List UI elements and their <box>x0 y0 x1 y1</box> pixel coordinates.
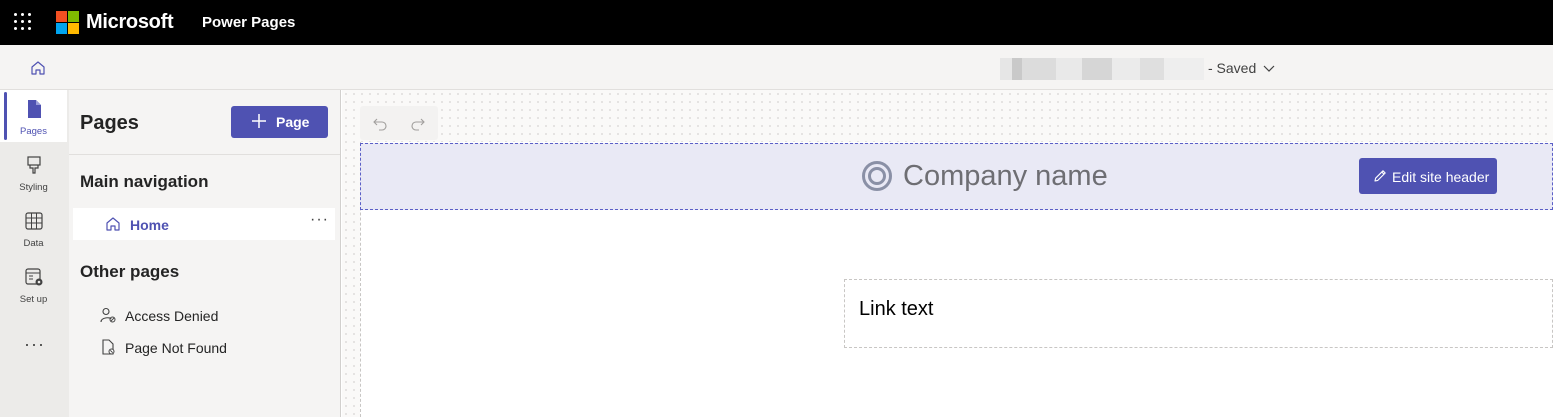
add-page-label: Page <box>276 114 310 130</box>
site-header[interactable]: Company name Edit site header <box>360 143 1553 210</box>
rail-label: Styling <box>19 182 48 193</box>
app-launcher-icon[interactable] <box>14 13 32 31</box>
edit-site-header-label: Edit site header <box>1392 169 1490 185</box>
design-canvas[interactable]: Company name Edit site header Link text <box>342 90 1553 417</box>
more-options-icon[interactable]: ··· <box>310 211 329 229</box>
other-pages-heading: Other pages <box>80 262 180 281</box>
microsoft-logo-icon <box>56 11 79 34</box>
paintbrush-icon <box>27 156 41 174</box>
save-status[interactable]: - Saved <box>1208 60 1256 76</box>
rail-label: Set up <box>19 294 48 305</box>
home-icon <box>106 217 120 231</box>
link-text-component[interactable]: Link text <box>844 279 1553 348</box>
plus-icon <box>252 114 266 128</box>
left-rail: Pages Styling Data Set up ··· <box>0 90 69 417</box>
page-item-access-denied[interactable]: Access Denied <box>73 299 335 331</box>
main-navigation-heading: Main navigation <box>80 172 209 191</box>
page-item-page-not-found[interactable]: Page Not Found <box>73 331 335 363</box>
add-page-button[interactable]: Page <box>231 106 328 138</box>
undo-redo-toolbar <box>360 106 438 140</box>
pencil-icon <box>1374 170 1386 182</box>
microsoft-brand[interactable]: Microsoft <box>86 11 174 34</box>
link-text[interactable]: Link text <box>859 298 933 321</box>
app-top-bar: Microsoft Power Pages <box>0 0 1553 45</box>
rail-label: Pages <box>20 126 47 137</box>
chevron-down-icon[interactable] <box>1262 62 1276 74</box>
settings-app-icon <box>25 268 43 286</box>
page-error-icon <box>102 339 115 355</box>
pages-panel: Pages Page Main navigation Home ··· Othe… <box>69 90 341 417</box>
site-name-redacted <box>1000 58 1204 80</box>
page-item-home[interactable]: Home ··· <box>73 208 335 240</box>
panel-title: Pages <box>80 112 139 134</box>
rail-item-data[interactable]: Data <box>0 202 69 254</box>
page-icon <box>28 100 41 118</box>
more-options-icon[interactable]: ··· <box>24 334 45 355</box>
table-icon <box>25 212 43 230</box>
rail-item-setup[interactable]: Set up <box>0 258 69 310</box>
page-item-label: Page Not Found <box>125 340 227 356</box>
undo-icon[interactable] <box>372 115 388 131</box>
company-logo-icon <box>862 161 892 191</box>
app-name[interactable]: Power Pages <box>202 14 295 31</box>
company-name[interactable]: Company name <box>903 160 1108 193</box>
redo-icon[interactable] <box>410 115 426 131</box>
home-icon[interactable] <box>28 58 48 78</box>
divider <box>69 154 340 155</box>
rail-label: Data <box>23 238 44 249</box>
page-item-label: Access Denied <box>125 308 219 324</box>
command-bar: - Saved <box>0 45 1553 90</box>
page-item-label: Home <box>130 217 169 233</box>
rail-item-styling[interactable]: Styling <box>0 146 69 198</box>
edit-site-header-button[interactable]: Edit site header <box>1359 158 1497 194</box>
rail-item-pages[interactable]: Pages <box>0 90 67 142</box>
person-lock-icon <box>100 307 116 323</box>
